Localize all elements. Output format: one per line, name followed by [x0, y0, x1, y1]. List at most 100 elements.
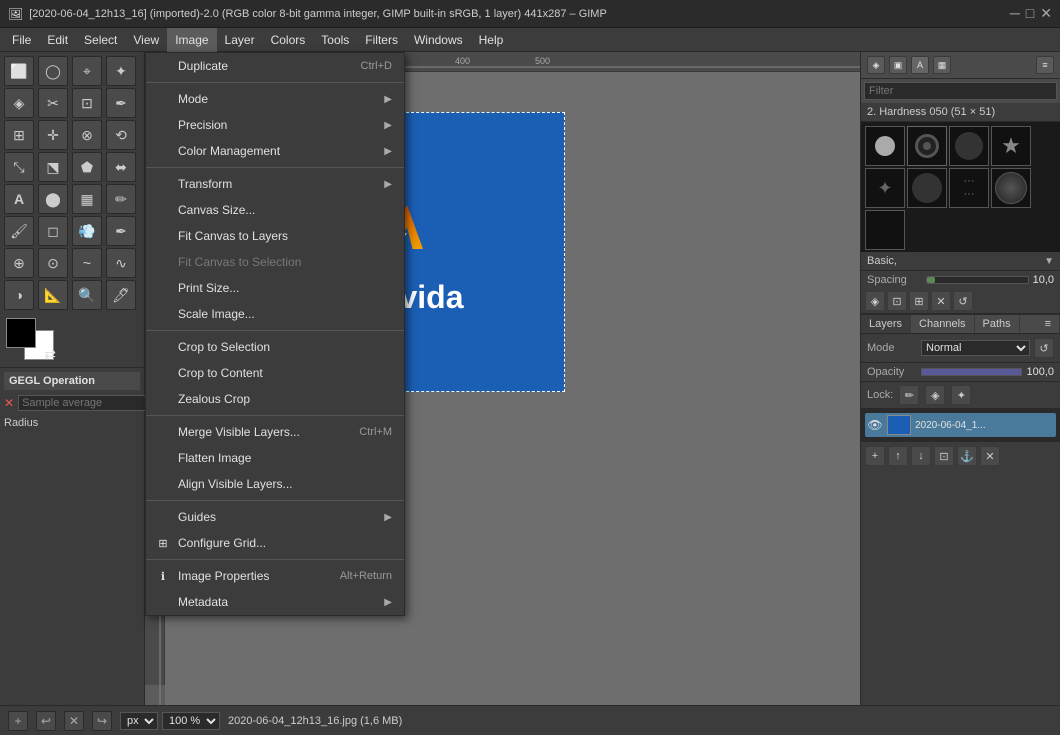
menu-item-zealous-crop[interactable]: Zealous Crop [146, 386, 404, 412]
brush-dynamics-icon[interactable]: ◈ [867, 56, 885, 74]
tool-zoom[interactable]: 🔍 [72, 280, 102, 310]
tool-clone[interactable]: ⊙ [38, 248, 68, 278]
menu-item-color-mgmt[interactable]: Color Management ▶ [146, 138, 404, 164]
menu-windows[interactable]: Windows [406, 28, 471, 52]
paste-btn[interactable]: ⊞ [909, 291, 929, 311]
brush-sample-5[interactable]: ✦ [865, 168, 905, 208]
menu-layer[interactable]: Layer [217, 28, 263, 52]
brush-patterns-icon[interactable]: ▣ [889, 56, 907, 74]
mode-select[interactable]: Normal [921, 340, 1030, 356]
brush-sample-8[interactable] [991, 168, 1031, 208]
tool-scale[interactable]: ⤡ [4, 152, 34, 182]
tool-convolve[interactable]: ~ [72, 248, 102, 278]
tool-pencil[interactable]: ✏ [106, 184, 136, 214]
menu-item-configure-grid[interactable]: ⊞ Configure Grid... [146, 530, 404, 556]
menu-item-mode[interactable]: Mode ▶ [146, 86, 404, 112]
tab-layers[interactable]: Layers [861, 315, 911, 333]
brush-sample-3[interactable] [949, 126, 989, 166]
reset-mode-btn[interactable]: ↺ [1034, 338, 1054, 358]
menu-filters[interactable]: Filters [357, 28, 406, 52]
brush-sample-7[interactable]: ······ [949, 168, 989, 208]
tool-color-picker[interactable]: 🖊 [106, 280, 136, 310]
copy-btn[interactable]: ⊡ [887, 291, 907, 311]
panel-expand-icon[interactable]: ▼ [1044, 256, 1054, 267]
menu-help[interactable]: Help [471, 28, 512, 52]
status-btn-3[interactable]: ✕ [64, 711, 84, 731]
menu-image[interactable]: Image [167, 28, 216, 52]
layers-menu-btn[interactable]: ≡ [1037, 315, 1060, 333]
paint-dynamics-btn[interactable]: ◈ [865, 291, 885, 311]
tool-eraser[interactable]: ◻ [38, 216, 68, 246]
tab-channels[interactable]: Channels [911, 315, 974, 333]
zoom-select[interactable]: 100 % [162, 712, 220, 730]
menu-item-crop-content[interactable]: Crop to Content [146, 360, 404, 386]
menu-select[interactable]: Select [76, 28, 125, 52]
tool-flip[interactable]: ⬌ [106, 152, 136, 182]
menu-view[interactable]: View [125, 28, 167, 52]
menu-item-scale-image[interactable]: Scale Image... [146, 301, 404, 327]
close-button[interactable]: ✕ [1040, 5, 1052, 22]
gradient-icon[interactable]: ▦ [933, 56, 951, 74]
brush-sample-1[interactable] [865, 126, 905, 166]
raise-layer-btn[interactable]: ↑ [888, 446, 908, 466]
status-btn-2[interactable]: ↩ [36, 711, 56, 731]
menu-item-duplicate[interactable]: Duplicate Ctrl+D [146, 53, 404, 79]
duplicate-layer-btn[interactable]: ⊡ [934, 446, 954, 466]
tool-free-select[interactable]: ⌖ [72, 56, 102, 86]
tool-move[interactable]: ✛ [38, 120, 68, 150]
brush-icon[interactable]: A [911, 56, 929, 74]
menu-item-crop-selection[interactable]: Crop to Selection [146, 334, 404, 360]
menu-item-print-size[interactable]: Print Size... [146, 275, 404, 301]
layer-row[interactable]: 👁 2020-06-04_1... [865, 413, 1056, 437]
tool-ellipse-select[interactable]: ◯ [38, 56, 68, 86]
menu-item-transform[interactable]: Transform ▶ [146, 171, 404, 197]
tool-heal[interactable]: ⊕ [4, 248, 34, 278]
unit-select[interactable]: px [120, 712, 158, 730]
anchor-layer-btn[interactable]: ⚓ [957, 446, 977, 466]
menu-item-merge-visible[interactable]: Merge Visible Layers... Ctrl+M [146, 419, 404, 445]
tool-measure[interactable]: 📐 [38, 280, 68, 310]
brush-sample-9[interactable] [865, 210, 905, 250]
brush-filter-input[interactable] [864, 82, 1057, 100]
lock-alpha-btn[interactable]: ◈ [925, 385, 945, 405]
foreground-color-swatch[interactable] [6, 318, 36, 348]
delete-btn[interactable]: ✕ [931, 291, 951, 311]
tool-dodge-burn[interactable]: ◑ [4, 280, 34, 310]
tool-airbrush[interactable]: 💨 [72, 216, 102, 246]
menu-tools[interactable]: Tools [313, 28, 357, 52]
menu-item-metadata[interactable]: Metadata ▶ [146, 589, 404, 615]
tool-text[interactable]: A [4, 184, 34, 214]
menu-item-align-layers[interactable]: Align Visible Layers... [146, 471, 404, 497]
opacity-slider[interactable] [921, 368, 1022, 376]
tool-align[interactable]: ⊞ [4, 120, 34, 150]
menu-file[interactable]: File [4, 28, 39, 52]
tool-rectangle-select[interactable]: ⬜ [4, 56, 34, 86]
tool-perspective[interactable]: ⬟ [72, 152, 102, 182]
tool-shear[interactable]: ⬔ [38, 152, 68, 182]
panel-menu-icon[interactable]: ≡ [1036, 56, 1054, 74]
brush-sample-2[interactable] [907, 126, 947, 166]
menu-item-canvas-size[interactable]: Canvas Size... [146, 197, 404, 223]
menu-item-precision[interactable]: Precision ▶ [146, 112, 404, 138]
lock-position-btn[interactable]: ✦ [951, 385, 971, 405]
lower-layer-btn[interactable]: ↓ [911, 446, 931, 466]
refresh-btn[interactable]: ↺ [953, 291, 973, 311]
tool-ink[interactable]: ✒ [106, 216, 136, 246]
tool-paintbrush[interactable]: 🖌 [4, 216, 34, 246]
tool-crop[interactable]: ⊗ [72, 120, 102, 150]
tool-blend[interactable]: ▦ [72, 184, 102, 214]
menu-item-image-properties[interactable]: ℹ Image Properties Alt+Return [146, 563, 404, 589]
brush-sample-6[interactable] [907, 168, 947, 208]
menu-colors[interactable]: Colors [263, 28, 314, 52]
lock-pixels-btn[interactable]: ✏ [899, 385, 919, 405]
menu-item-guides[interactable]: Guides ▶ [146, 504, 404, 530]
tool-select-by-color[interactable]: ◈ [4, 88, 34, 118]
tool-smudge[interactable]: ∿ [106, 248, 136, 278]
tool-bucket-fill[interactable]: ⬤ [38, 184, 68, 214]
menu-item-flatten[interactable]: Flatten Image [146, 445, 404, 471]
menu-edit[interactable]: Edit [39, 28, 76, 52]
minimize-button[interactable]: ─ [1010, 5, 1020, 22]
tab-paths[interactable]: Paths [975, 315, 1020, 333]
tool-rotate[interactable]: ⟲ [106, 120, 136, 150]
tool-scissors[interactable]: ✂ [38, 88, 68, 118]
